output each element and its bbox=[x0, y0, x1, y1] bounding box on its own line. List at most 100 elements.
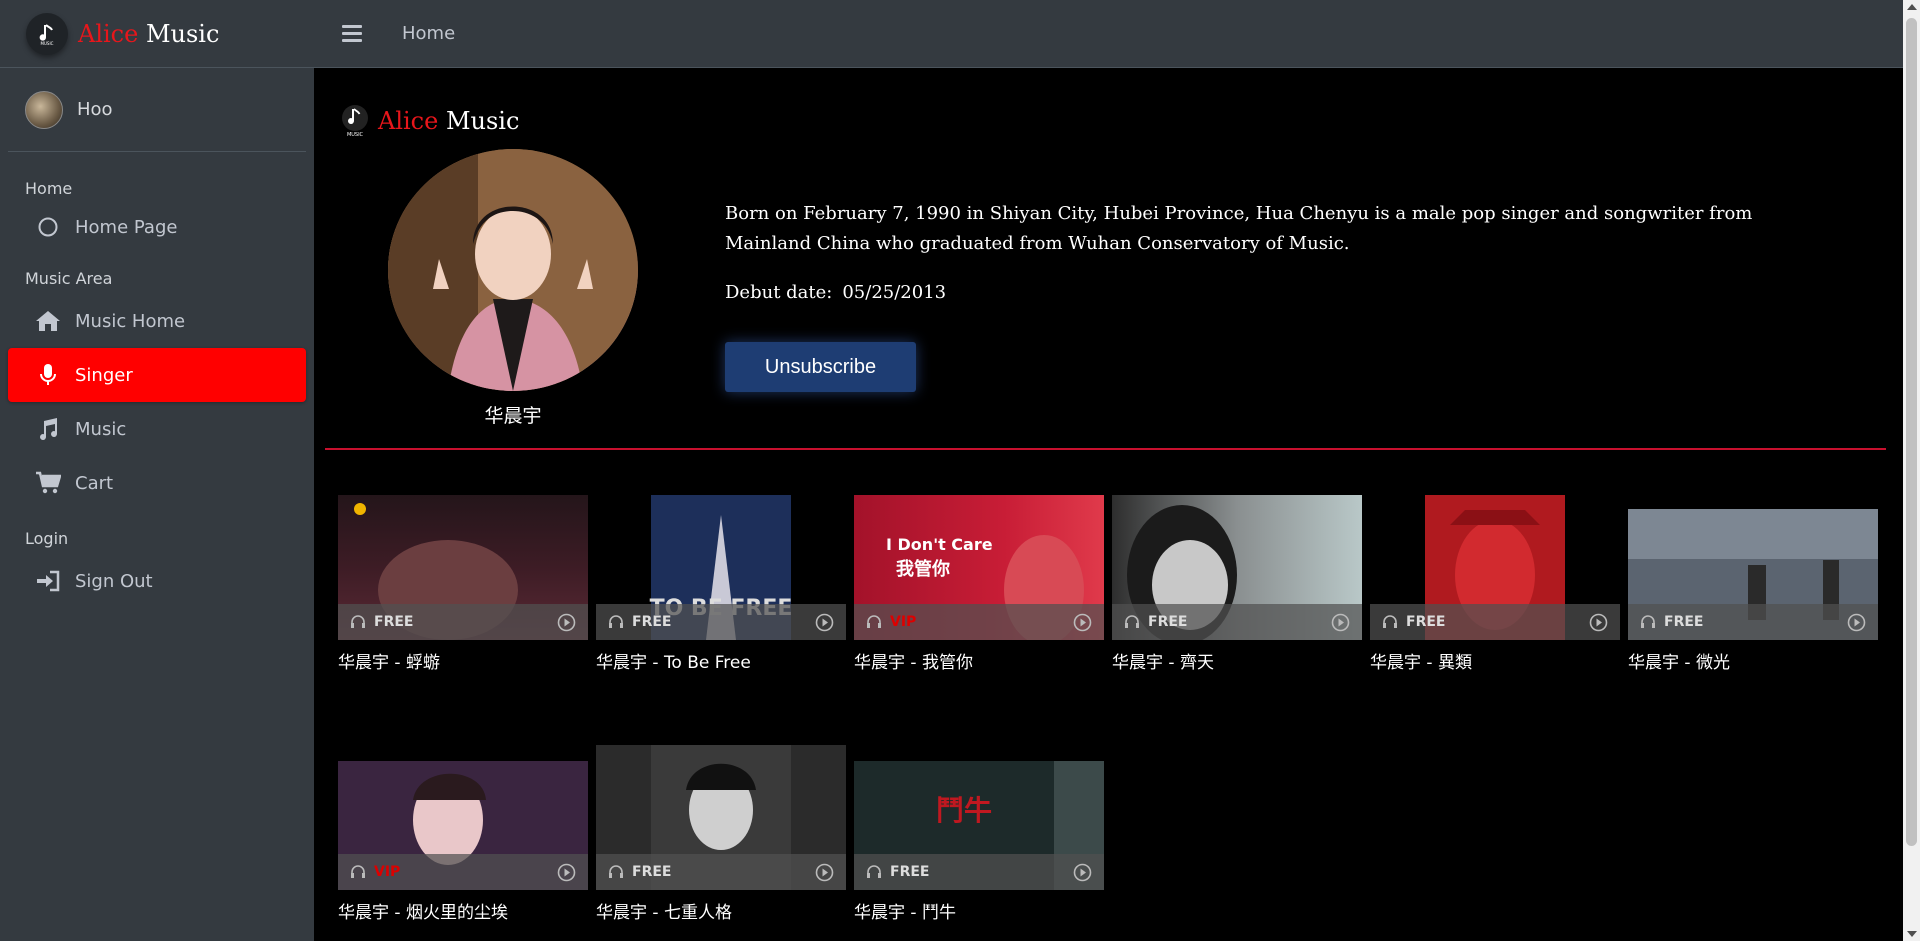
video-title[interactable]: 华晨宇 - 七重人格 bbox=[596, 898, 846, 923]
video-thumbnail[interactable]: TO BE FREE FREE bbox=[596, 495, 846, 640]
circle-icon bbox=[33, 215, 63, 239]
main-content: MUSIC Alice Music 华晨宇 Born on February 7… bbox=[314, 69, 1903, 941]
play-icon[interactable] bbox=[815, 613, 834, 632]
sidebar-item-label: Sign Out bbox=[75, 570, 153, 592]
page-scrollbar[interactable] bbox=[1903, 0, 1920, 941]
singer-photo bbox=[388, 149, 638, 391]
video-card[interactable]: FREE 华晨宇 - 七重人格 bbox=[596, 745, 846, 923]
video-price-tag: FREE bbox=[632, 614, 672, 630]
top-navbar: Home bbox=[314, 0, 1903, 68]
top-nav-home-link[interactable]: Home bbox=[402, 23, 455, 44]
music-note-icon bbox=[33, 417, 63, 441]
scroll-down-arrow-icon[interactable] bbox=[1907, 931, 1917, 937]
debut-date: 05/25/2013 bbox=[842, 282, 947, 303]
svg-text:鬥牛: 鬥牛 bbox=[936, 794, 992, 827]
play-icon[interactable] bbox=[1073, 613, 1092, 632]
avatar bbox=[25, 90, 63, 129]
content-brand-title-alice: Alice bbox=[378, 107, 439, 135]
play-icon[interactable] bbox=[1589, 613, 1608, 632]
debut-info: Debut date: 05/25/2013 bbox=[725, 282, 946, 303]
headphones-icon bbox=[1125, 615, 1139, 628]
sidebar-item-label: Music Home bbox=[75, 310, 186, 332]
sidebar: MUSIC Alice Music Hoo Home Home Page Mus… bbox=[0, 0, 314, 941]
video-title[interactable]: 华晨宇 - 鬥牛 bbox=[854, 898, 1104, 923]
sidebar-item-music-home[interactable]: Music Home bbox=[8, 294, 306, 348]
user-name: Hoo bbox=[77, 99, 113, 120]
video-title[interactable]: 华晨宇 - 我管你 bbox=[854, 648, 1104, 673]
sidebar-item-music[interactable]: Music bbox=[8, 402, 306, 456]
svg-text:MUSIC: MUSIC bbox=[41, 41, 54, 46]
headphones-icon bbox=[867, 865, 881, 878]
debut-label: Debut date: bbox=[725, 282, 833, 303]
video-card[interactable]: I Don't Care 我管你 VIP 华晨宇 - 我管你 bbox=[854, 495, 1104, 673]
play-icon[interactable] bbox=[1847, 613, 1866, 632]
video-price-tag: FREE bbox=[1406, 614, 1446, 630]
video-info-bar: FREE bbox=[596, 604, 846, 640]
video-thumbnail[interactable]: 鬥牛 FREE bbox=[854, 745, 1104, 890]
play-icon[interactable] bbox=[557, 613, 576, 632]
sidebar-item-sign-out[interactable]: Sign Out bbox=[8, 554, 306, 608]
sidebar-item-home-page[interactable]: Home Page bbox=[8, 204, 306, 250]
video-card[interactable]: 鬥牛 FREE 华晨宇 - 鬥牛 bbox=[854, 745, 1104, 923]
video-title[interactable]: 华晨宇 - To Be Free bbox=[596, 648, 846, 673]
video-info-bar: FREE bbox=[1628, 604, 1878, 640]
video-thumbnail[interactable]: FREE bbox=[1370, 495, 1620, 640]
video-thumbnail[interactable]: FREE bbox=[338, 495, 588, 640]
headphones-icon bbox=[609, 615, 623, 628]
video-card[interactable]: VIP 华晨宇 - 烟火里的尘埃 bbox=[338, 745, 588, 923]
video-title[interactable]: 华晨宇 - 微光 bbox=[1628, 648, 1878, 673]
scroll-up-arrow-icon[interactable] bbox=[1907, 4, 1917, 10]
music-logo-icon: MUSIC bbox=[26, 12, 68, 55]
play-icon[interactable] bbox=[815, 863, 834, 882]
video-card[interactable]: FREE 华晨宇 - 異類 bbox=[1370, 495, 1620, 673]
video-price-tag: FREE bbox=[890, 864, 930, 880]
singer-name: 华晨宇 bbox=[484, 405, 542, 427]
video-thumbnail[interactable]: FREE bbox=[1628, 495, 1878, 640]
video-card[interactable]: FREE 华晨宇 - 齊天 bbox=[1112, 495, 1362, 673]
sign-in-icon bbox=[33, 569, 63, 593]
user-panel[interactable]: Hoo bbox=[8, 68, 306, 152]
video-info-bar: FREE bbox=[338, 604, 588, 640]
video-thumbnail[interactable]: FREE bbox=[1112, 495, 1362, 640]
music-logo-icon: MUSIC bbox=[340, 103, 370, 139]
play-icon[interactable] bbox=[1331, 613, 1350, 632]
video-title[interactable]: 华晨宇 - 異類 bbox=[1370, 648, 1620, 673]
video-card[interactable]: TO BE FREE FREE 华晨宇 - To Be Free bbox=[596, 495, 846, 673]
unsubscribe-button[interactable]: Unsubscribe bbox=[725, 342, 916, 392]
play-icon[interactable] bbox=[557, 863, 576, 882]
content-brand-title: Alice Music bbox=[378, 107, 519, 135]
headphones-icon bbox=[609, 865, 623, 878]
sidebar-item-cart[interactable]: Cart bbox=[8, 456, 306, 510]
sidebar-item-singer[interactable]: Singer bbox=[8, 348, 306, 402]
scrollbar-thumb[interactable] bbox=[1906, 18, 1917, 846]
brand-title-music: Music bbox=[138, 19, 220, 48]
singer-bio: Born on February 7, 1990 in Shiyan City,… bbox=[725, 203, 1753, 254]
video-thumbnail[interactable]: FREE bbox=[596, 745, 846, 890]
hamburger-menu-icon[interactable] bbox=[342, 24, 362, 44]
headphones-icon bbox=[1383, 615, 1397, 628]
video-title[interactable]: 华晨宇 - 烟火里的尘埃 bbox=[338, 898, 588, 923]
video-info-bar: VIP bbox=[854, 604, 1104, 640]
cart-icon bbox=[33, 471, 63, 495]
brand-link[interactable]: MUSIC Alice Music bbox=[0, 0, 314, 68]
video-title[interactable]: 华晨宇 - 齊天 bbox=[1112, 648, 1362, 673]
brand-title: Alice Music bbox=[78, 20, 219, 48]
headphones-icon bbox=[867, 615, 881, 628]
nav-header-home: Home bbox=[25, 179, 73, 198]
house-icon bbox=[33, 309, 63, 333]
headphones-icon bbox=[351, 615, 365, 628]
video-card[interactable]: FREE 华晨宇 - 微光 bbox=[1628, 495, 1878, 673]
video-price-tag: VIP bbox=[890, 614, 917, 630]
video-thumbnail[interactable]: VIP bbox=[338, 745, 588, 890]
headphones-icon bbox=[351, 865, 365, 878]
content-brand: MUSIC Alice Music bbox=[340, 103, 519, 139]
svg-text:MUSIC: MUSIC bbox=[347, 132, 364, 138]
video-card[interactable]: FREE 华晨宇 - 蜉蝣 bbox=[338, 495, 588, 673]
content-brand-title-music: Music bbox=[438, 107, 520, 135]
play-icon[interactable] bbox=[1073, 863, 1092, 882]
video-info-bar: VIP bbox=[338, 854, 588, 890]
video-info-bar: FREE bbox=[596, 854, 846, 890]
video-thumbnail[interactable]: I Don't Care 我管你 VIP bbox=[854, 495, 1104, 640]
video-title[interactable]: 华晨宇 - 蜉蝣 bbox=[338, 648, 588, 673]
nav-header-music-area: Music Area bbox=[25, 269, 113, 288]
